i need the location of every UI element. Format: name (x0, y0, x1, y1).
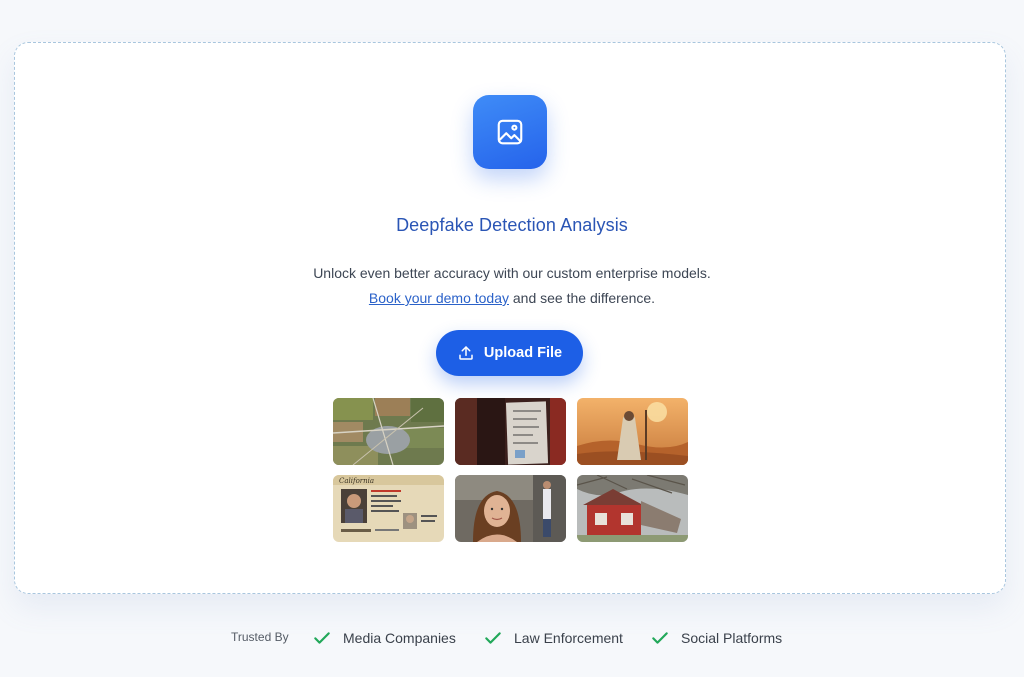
sample-desert-figure-sunset[interactable] (577, 398, 688, 465)
check-icon (652, 632, 668, 644)
description-text-end: and see the difference. (512, 290, 656, 306)
sample-dark-room-papers[interactable] (455, 398, 566, 465)
description: Unlock even better accuracy with our cus… (312, 261, 712, 311)
page-title: Deepfake Detection Analysis (396, 215, 628, 235)
trust-item-label: Media Companies (343, 630, 456, 646)
upload-icon (459, 346, 473, 360)
book-demo-link[interactable]: Book your demo today (369, 290, 509, 306)
svg-text:California: California (339, 477, 374, 485)
upload-file-label: Upload File (483, 345, 563, 361)
sample-damaged-red-house[interactable] (577, 475, 688, 542)
trusted-by-bar: Trusted By Media Companies Law Enforceme… (0, 627, 1024, 649)
trust-item-law-enforcement: Law Enforcement (483, 628, 623, 648)
sample-aerial-satellite-map[interactable] (333, 398, 444, 465)
trust-item-social-platforms: Social Platforms (650, 628, 782, 648)
upload-file-button[interactable]: Upload File (436, 330, 583, 376)
check-icon (485, 632, 501, 644)
trust-item-label: Social Platforms (681, 630, 783, 646)
image-icon (473, 95, 547, 169)
trust-item-label: Law Enforcement (514, 630, 623, 646)
sample-california-id-card[interactable]: California (333, 475, 444, 542)
description-text: Unlock even better accuracy with our cus… (313, 265, 711, 281)
trusted-by-label: Trusted By (231, 630, 289, 644)
trust-item-media: Media Companies (312, 628, 456, 648)
check-icon (314, 632, 330, 644)
sample-woman-portrait-street[interactable] (455, 475, 566, 542)
